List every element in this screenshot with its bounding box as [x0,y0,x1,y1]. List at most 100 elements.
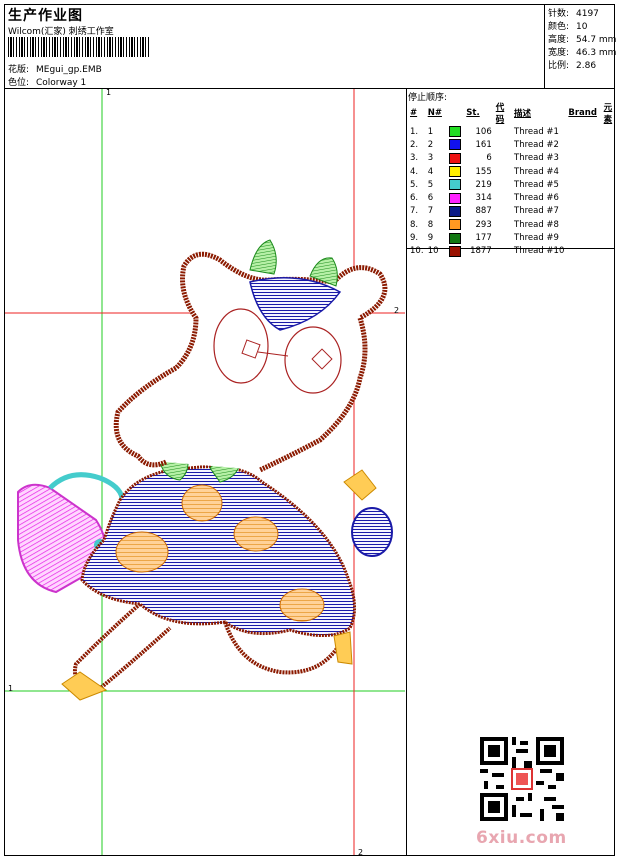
spot-3 [279,588,325,622]
stat-row: 高度: 54.7 mm [548,32,616,45]
thread-element [602,165,620,178]
stat-row: 颜色: 10 [548,19,587,32]
thread-color-swatch [448,152,461,164]
thread-color-swatch [448,219,461,231]
thread-stitches: 106 [475,126,492,137]
thread-color-swatch [448,192,461,204]
thread-order: 6. [410,193,419,204]
thread-swatch-cell [447,165,464,178]
thread-code [494,125,512,138]
thread-brand [566,178,601,191]
thread-stitches: 293 [475,219,492,230]
thread-element [602,152,620,165]
stat-value: 2.86 [576,61,597,71]
thread-needle: 10 [427,246,439,257]
thread-needle: 8 [427,219,434,230]
thread-order: 9. [410,233,419,244]
barcode [8,37,150,57]
thread-code [494,218,512,231]
thread-col-header: N# [427,108,442,118]
thread-brand [566,245,601,258]
watermark: 6xiu.com [476,828,567,848]
thread-brand [566,125,601,138]
thread-brand [566,191,601,204]
thread-color-swatch [448,126,461,138]
thread-desc: Thread #1 [514,126,559,137]
thread-element [602,125,620,138]
thread-desc: Thread #5 [514,179,559,190]
foot-right [333,631,353,665]
thread-row: 7. 7 887 Thread #7 [408,205,620,218]
thread-element [602,178,620,191]
page-title: 生产作业图 [8,8,83,24]
thread-desc: Thread #9 [514,233,559,244]
stats-divider [544,4,545,88]
thread-row: 10. 10 1877 Thread #10 [408,245,620,258]
thread-color-swatch [448,179,461,191]
thread-needle: 1 [427,126,434,137]
thread-element [602,138,620,151]
thread-needle: 4 [427,166,434,177]
thread-swatch-cell [447,205,464,218]
stat-value: 54.7 mm [576,35,617,45]
thread-table: # N# St. 代码 描述 Brand 元素 1. 1 106 Thread #1 2. 2 161 T… [408,101,620,258]
thread-row: 2. 2 161 Thread #2 [408,138,620,151]
thread-stitches: 887 [475,206,492,217]
thread-desc: Thread #8 [514,219,559,230]
thread-swatch-cell [447,191,464,204]
thread-desc: Thread #2 [514,139,559,150]
thread-stitches: 314 [475,193,492,204]
thread-brand [566,218,601,231]
stat-label: 宽度: [548,48,570,58]
thread-order: 5. [410,179,419,190]
thread-row: 5. 5 219 Thread #5 [408,178,620,191]
thread-color-swatch [448,166,461,178]
axis-label-v1: 1 [106,88,112,97]
thread-needle: 3 [427,153,434,164]
stat-label: 高度: [548,35,570,45]
thread-order: 8. [410,219,419,230]
thread-row: 4. 4 155 Thread #4 [408,165,620,178]
thread-swatch-cell [447,152,464,165]
thread-stitches: 1877 [470,246,492,257]
thread-needle: 9 [427,233,434,244]
design-name: 花版: MEgui_gp.EMB [8,65,102,75]
left-leg [73,602,172,693]
stat-value: 4197 [576,9,599,19]
axis-label-v2: 2 [358,848,364,857]
thread-swatch-cell [447,218,464,231]
thread-col-header: Brand [568,108,597,118]
thread-element [602,218,620,231]
thread-order: 7. [410,206,419,217]
thread-element [602,205,620,218]
stat-label: 颜色: [548,22,570,32]
thread-row: 1. 1 106 Thread #1 [408,125,620,138]
thread-order: 10. [410,246,424,257]
thread-needle: 5 [427,179,434,190]
thread-desc: Thread #4 [514,166,559,177]
thread-desc: Thread #7 [514,206,559,217]
thread-code [494,231,512,244]
thread-swatch-cell [447,231,464,244]
thread-col-header: 代码 [495,103,505,125]
thread-order: 4. [410,166,419,177]
thread-color-swatch [448,232,461,244]
stat-row: 针数: 4197 [548,6,599,19]
thread-row: 6. 6 314 Thread #6 [408,191,620,204]
stat-value: 10 [576,22,588,32]
thread-code [494,245,512,258]
thread-brand [566,231,601,244]
thread-stitches: 161 [475,139,492,150]
thread-element [602,231,620,244]
stat-row: 比例: 2.86 [548,58,596,71]
thread-code [494,152,512,165]
thread-brand [566,152,601,165]
qr-code [480,737,564,821]
thread-stitches: 219 [475,179,492,190]
thread-col-header: 描述 [514,109,532,119]
thread-brand [566,138,601,151]
thread-swatch-cell [447,178,464,191]
spot-2 [233,516,279,552]
foot-left [61,671,108,701]
thread-stitches: 6 [486,153,492,164]
